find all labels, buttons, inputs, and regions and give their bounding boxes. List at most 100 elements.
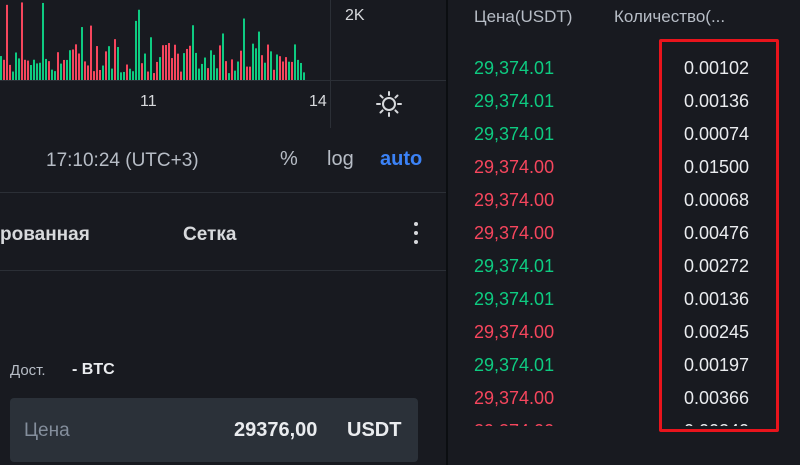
price-input-label: Цена	[24, 420, 70, 441]
volume-bar	[0, 56, 2, 80]
volume-bar	[222, 33, 224, 80]
price-chart[interactable]: 2K 11 14	[0, 0, 446, 140]
volume-bar	[207, 68, 209, 80]
price-input-value[interactable]: 29376,00	[234, 419, 317, 442]
volume-bar	[201, 63, 203, 80]
volume-bar	[132, 71, 134, 80]
volume-bar	[141, 63, 143, 80]
volume-bar	[156, 61, 158, 80]
trade-price: 29,374.00	[474, 223, 555, 243]
volume-bar	[198, 68, 200, 80]
volume-bar	[30, 65, 32, 80]
trade-price: 29,374.01	[474, 124, 555, 144]
price-input-unit: USDT	[347, 419, 402, 441]
volume-bar	[120, 72, 122, 80]
volume-bar	[276, 54, 278, 80]
volume-bar	[99, 69, 101, 80]
volume-bar	[174, 44, 176, 80]
volume-bar	[108, 46, 110, 80]
volume-bar	[243, 18, 245, 80]
volume-bar	[159, 57, 161, 80]
volume-bar	[255, 48, 257, 80]
volume-bar	[45, 58, 47, 80]
volume-bar	[42, 2, 44, 80]
volume-bar	[147, 71, 149, 80]
volume-bar	[186, 48, 188, 80]
volume-bar	[84, 61, 86, 80]
volume-bar	[165, 44, 167, 80]
volume-bar	[162, 45, 164, 80]
volume-bar	[48, 61, 50, 80]
trade-price: 29,374.00	[474, 322, 555, 342]
volume-bar	[189, 45, 191, 80]
volume-bar	[246, 66, 248, 80]
price-input-field[interactable]: Цена 29376,00 USDT	[10, 398, 418, 462]
y-axis-tick-2k: 2K	[345, 7, 365, 24]
volume-bar	[294, 44, 296, 80]
trade-price: 29,374.01	[474, 355, 555, 375]
volume-bar	[249, 66, 251, 80]
volume-bar	[87, 65, 89, 80]
volume-bar	[279, 56, 281, 80]
tab-isolated[interactable]: рованная	[0, 224, 90, 246]
trade-price: 29,374.01	[474, 289, 555, 309]
volume-bar	[102, 65, 104, 80]
chart-time-utc: 17:10:24 (UTC+3)	[46, 150, 199, 171]
volume-bar	[63, 59, 65, 80]
trade-price: 29,374.01	[474, 256, 555, 276]
kebab-icon[interactable]	[409, 222, 423, 248]
volume-bar	[231, 59, 233, 80]
volume-bar	[264, 62, 266, 80]
volume-bar	[57, 52, 59, 80]
x-axis-tick-14: 14	[309, 93, 327, 110]
volume-bar	[81, 27, 83, 80]
gear-icon[interactable]	[376, 91, 402, 117]
volume-bar	[33, 59, 35, 80]
volume-bar	[195, 52, 197, 80]
volume-bar	[237, 61, 239, 80]
volume-bar	[273, 69, 275, 80]
volume-bar	[51, 69, 53, 80]
auto-scale-toggle[interactable]: auto	[380, 148, 422, 171]
volume-bar	[240, 50, 242, 80]
log-scale-toggle[interactable]: log	[327, 148, 354, 171]
volume-bar	[18, 58, 20, 80]
volume-bar	[144, 53, 146, 80]
volume-bar	[9, 64, 11, 80]
volume-bar	[180, 71, 182, 80]
volume-bar	[126, 64, 128, 80]
volume-bar	[219, 45, 221, 80]
divider	[0, 192, 446, 193]
trades-header-quantity: Количество(...	[614, 7, 726, 26]
volume-bar	[267, 44, 269, 80]
volume-bar	[75, 44, 77, 80]
volume-bar	[129, 68, 131, 80]
divider	[0, 270, 446, 271]
trade-price: 29,374.00	[474, 388, 555, 408]
available-value: - BTC	[72, 361, 115, 378]
volume-bar	[69, 50, 71, 80]
volume-bar	[261, 55, 263, 80]
volume-bar	[183, 53, 185, 80]
volume-bar	[288, 61, 290, 80]
volume-bar	[72, 49, 74, 80]
volume-histogram	[0, 2, 305, 80]
volume-bar	[114, 39, 116, 80]
volume-bar	[291, 61, 293, 80]
volume-bar	[3, 59, 5, 80]
volume-bar	[204, 57, 206, 80]
volume-bar	[138, 9, 140, 80]
percent-scale-toggle[interactable]: %	[280, 148, 298, 171]
trades-header-price: Цена(USDT)	[474, 7, 573, 26]
volume-bar	[168, 43, 170, 80]
volume-bar	[228, 73, 230, 80]
tab-grid[interactable]: Сетка	[183, 224, 236, 246]
volume-bar	[300, 62, 302, 80]
volume-bar	[105, 51, 107, 80]
volume-bar	[153, 73, 155, 80]
volume-bar	[150, 37, 152, 80]
trade-price: 29,374.00	[474, 157, 555, 177]
quantity-highlight-box	[659, 39, 779, 432]
volume-bar	[54, 71, 56, 80]
volume-bar	[66, 59, 68, 80]
